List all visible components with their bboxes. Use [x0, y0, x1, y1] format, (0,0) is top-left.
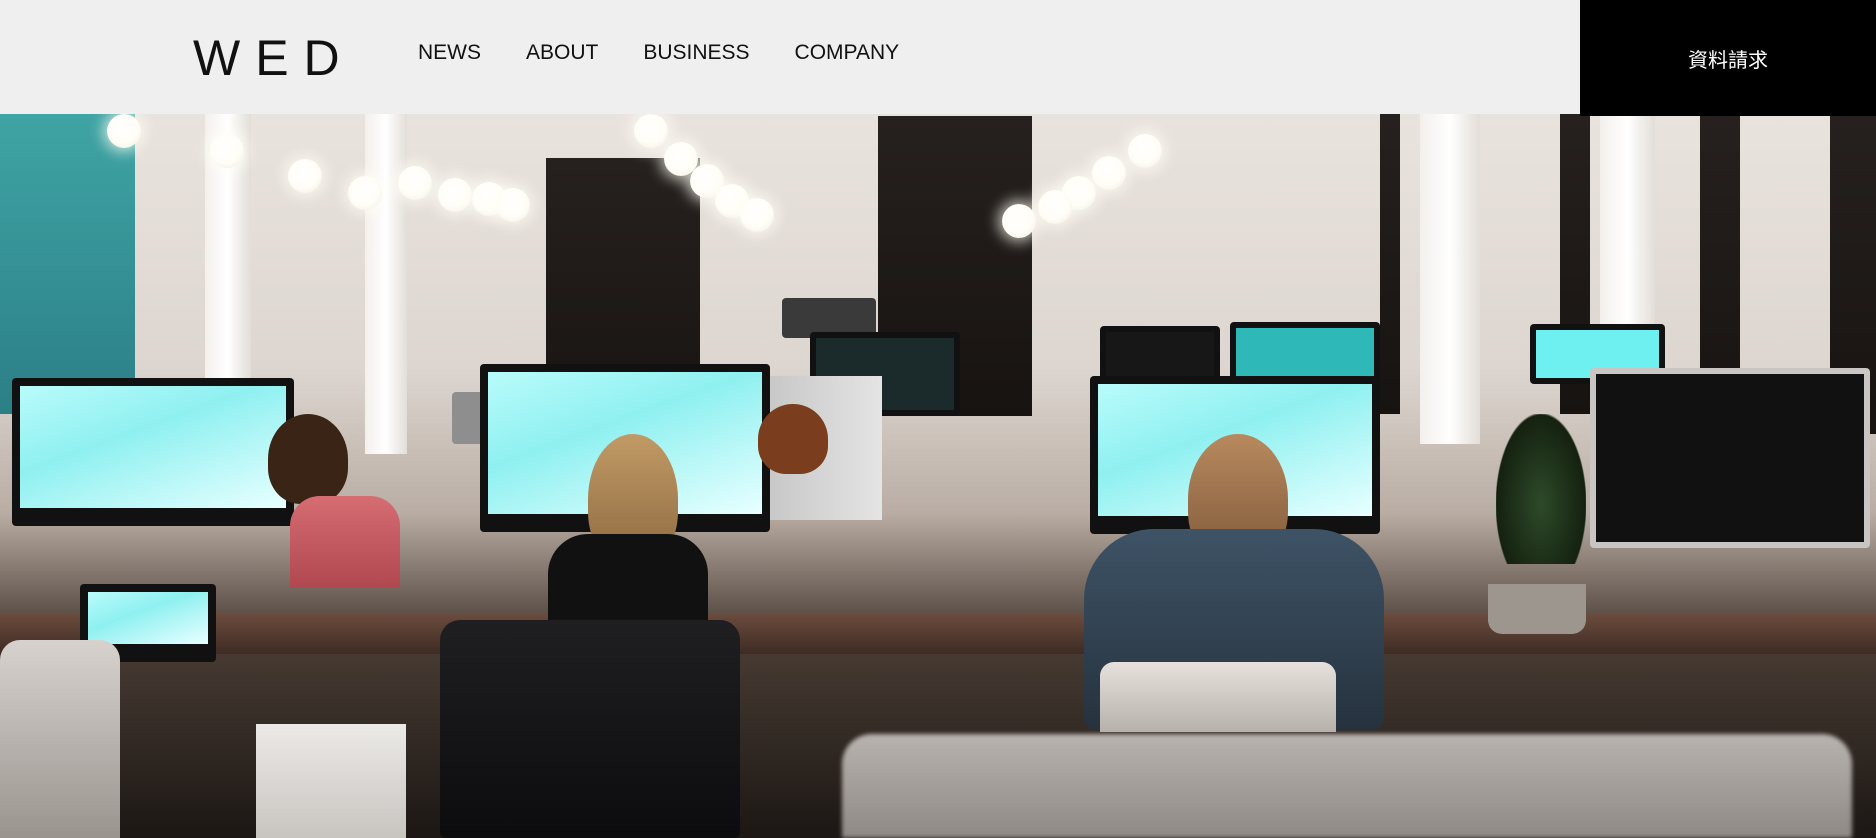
photo-person — [758, 404, 828, 474]
photo-left-window — [0, 114, 135, 414]
site-logo[interactable]: WED — [193, 30, 355, 86]
light-bulb-icon — [348, 176, 382, 210]
photo-pillar — [365, 114, 407, 454]
light-bulb-icon — [398, 166, 432, 200]
photo-person — [290, 496, 400, 588]
photo-plant-pot — [1488, 584, 1586, 634]
photo-monitor — [1590, 368, 1870, 548]
nav-link-about[interactable]: ABOUT — [526, 40, 598, 66]
document-request-button[interactable]: 資料請求 — [1580, 0, 1876, 116]
light-bulb-icon — [438, 178, 472, 212]
light-bulb-icon — [1092, 156, 1126, 190]
nav-link-business[interactable]: BUSINESS — [643, 40, 749, 66]
photo-monitor — [1230, 322, 1380, 384]
main-nav: NEWS ABOUT BUSINESS COMPANY — [418, 40, 944, 66]
light-bulb-icon — [740, 198, 774, 232]
photo-chair — [1100, 662, 1336, 732]
nav-link-company[interactable]: COMPANY — [795, 40, 900, 66]
light-bulb-icon — [107, 114, 141, 148]
document-request-label: 資料請求 — [1688, 47, 1768, 72]
photo-monitor — [12, 378, 294, 526]
photo-foreground-partition — [842, 734, 1852, 838]
photo-pillar — [1420, 114, 1480, 444]
photo-plant — [1496, 414, 1586, 564]
nav-link-news[interactable]: NEWS — [418, 40, 481, 66]
photo-chair — [0, 640, 120, 838]
light-bulb-icon — [496, 188, 530, 222]
hero-office-photo — [0, 114, 1876, 838]
light-bulb-icon — [1038, 190, 1072, 224]
light-bulb-icon — [210, 134, 244, 168]
light-bulb-icon — [288, 159, 322, 193]
photo-desk — [0, 614, 1876, 654]
light-bulb-icon — [1128, 134, 1162, 168]
light-bulb-icon — [634, 114, 668, 148]
photo-drawer-unit — [256, 724, 406, 838]
photo-person — [268, 414, 348, 504]
light-bulb-icon — [1002, 204, 1036, 238]
site-header: WED NEWS ABOUT BUSINESS COMPANY — [0, 0, 1580, 114]
photo-chair — [440, 620, 740, 838]
photo-window — [1380, 114, 1400, 414]
